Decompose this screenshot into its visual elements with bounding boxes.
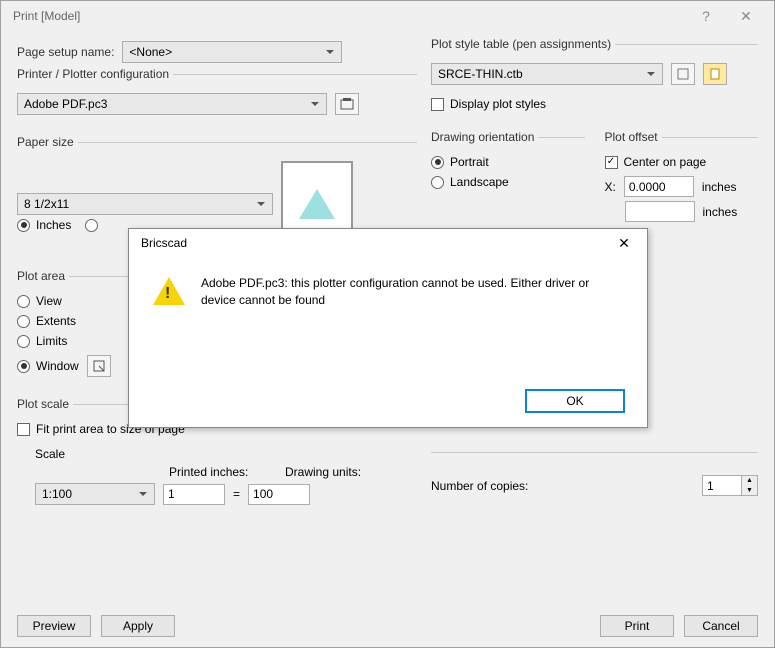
radio-view[interactable]: View [17, 294, 62, 308]
plot-scale-legend: Plot scale [17, 397, 73, 411]
radio-mm[interactable] [85, 219, 98, 232]
orientation-group: Drawing orientation Portrait Landscape [431, 130, 585, 236]
modal-message: Adobe PDF.pc3: this plotter configuratio… [201, 275, 623, 309]
window-title: Print [Model] [13, 9, 686, 23]
modal-title: Bricscad [141, 236, 609, 250]
error-modal: Bricscad ✕ Adobe PDF.pc3: this plotter c… [128, 228, 648, 428]
radio-extents[interactable]: Extents [17, 314, 76, 328]
paper-value: 8 1/2x11 [24, 197, 69, 211]
copies-spinner[interactable]: ▲▼ [702, 475, 758, 496]
plot-style-legend: Plot style table (pen assignments) [431, 37, 615, 51]
close-icon[interactable]: ✕ [726, 8, 766, 25]
offset-y-input[interactable] [625, 201, 695, 222]
paper-combo[interactable]: 8 1/2x11 [17, 193, 273, 215]
radio-portrait[interactable]: Portrait [431, 155, 489, 169]
offset-legend: Plot offset [605, 130, 662, 144]
cancel-button[interactable]: Cancel [684, 615, 758, 637]
page-setup-combo[interactable]: <None> [122, 41, 342, 63]
ok-button[interactable]: OK [525, 389, 625, 413]
check-display-styles[interactable]: Display plot styles [431, 97, 546, 111]
modal-titlebar: Bricscad ✕ [129, 229, 647, 257]
offset-x-label: X: [605, 180, 616, 194]
footer: Preview Apply Print Cancel [17, 615, 758, 637]
apply-button[interactable]: Apply [101, 615, 175, 637]
modal-close-icon[interactable]: ✕ [609, 235, 639, 252]
radio-landscape[interactable]: Landscape [431, 175, 509, 189]
help-icon[interactable]: ? [686, 8, 726, 24]
drawing-input[interactable] [248, 484, 310, 505]
printed-input[interactable] [163, 484, 225, 505]
radio-inches[interactable]: Inches [17, 218, 71, 232]
copies-group: Number of copies: ▲▼ [431, 452, 758, 510]
printer-value: Adobe PDF.pc3 [24, 97, 107, 111]
check-center[interactable]: ✓Center on page [605, 155, 707, 169]
offset-x-input[interactable] [624, 176, 694, 197]
print-button[interactable]: Print [600, 615, 674, 637]
offset-x-unit: inches [702, 180, 737, 194]
printed-inches-label: Printed inches: [169, 465, 255, 479]
paper-legend: Paper size [17, 135, 78, 149]
orientation-legend: Drawing orientation [431, 130, 538, 144]
equals-sign: = [233, 487, 240, 501]
plot-style-combo[interactable]: SRCE-THIN.ctb [431, 63, 663, 85]
offset-group: Plot offset ✓Center on page X: inches in… [605, 130, 759, 236]
titlebar: Print [Model] ? ✕ [1, 1, 774, 31]
page-setup-value: <None> [129, 45, 172, 59]
printer-legend: Printer / Plotter configuration [17, 67, 173, 81]
spin-up-icon[interactable]: ▲ [742, 476, 757, 486]
scale-combo[interactable]: 1:100 [35, 483, 155, 505]
warning-icon [153, 277, 185, 305]
radio-window[interactable]: Window [17, 359, 79, 373]
plot-area-legend: Plot area [17, 269, 69, 283]
printer-combo[interactable]: Adobe PDF.pc3 [17, 93, 327, 115]
printer-group: Printer / Plotter configuration Adobe PD… [17, 67, 417, 129]
style-edit-icon[interactable] [671, 63, 695, 85]
copies-label: Number of copies: [431, 479, 694, 493]
preview-button[interactable]: Preview [17, 615, 91, 637]
printer-config-icon[interactable] [335, 93, 359, 115]
drawing-units-label: Drawing units: [285, 465, 361, 479]
offset-y-unit: inches [703, 205, 738, 219]
plot-style-group: Plot style table (pen assignments) SRCE-… [431, 37, 758, 124]
radio-limits[interactable]: Limits [17, 334, 67, 348]
spin-down-icon[interactable]: ▼ [742, 486, 757, 496]
style-new-icon[interactable] [703, 63, 727, 85]
copies-input[interactable] [702, 475, 742, 496]
page-setup-label: Page setup name: [17, 45, 114, 59]
scale-label: Scale [35, 447, 417, 461]
window-pick-icon[interactable] [87, 355, 111, 377]
